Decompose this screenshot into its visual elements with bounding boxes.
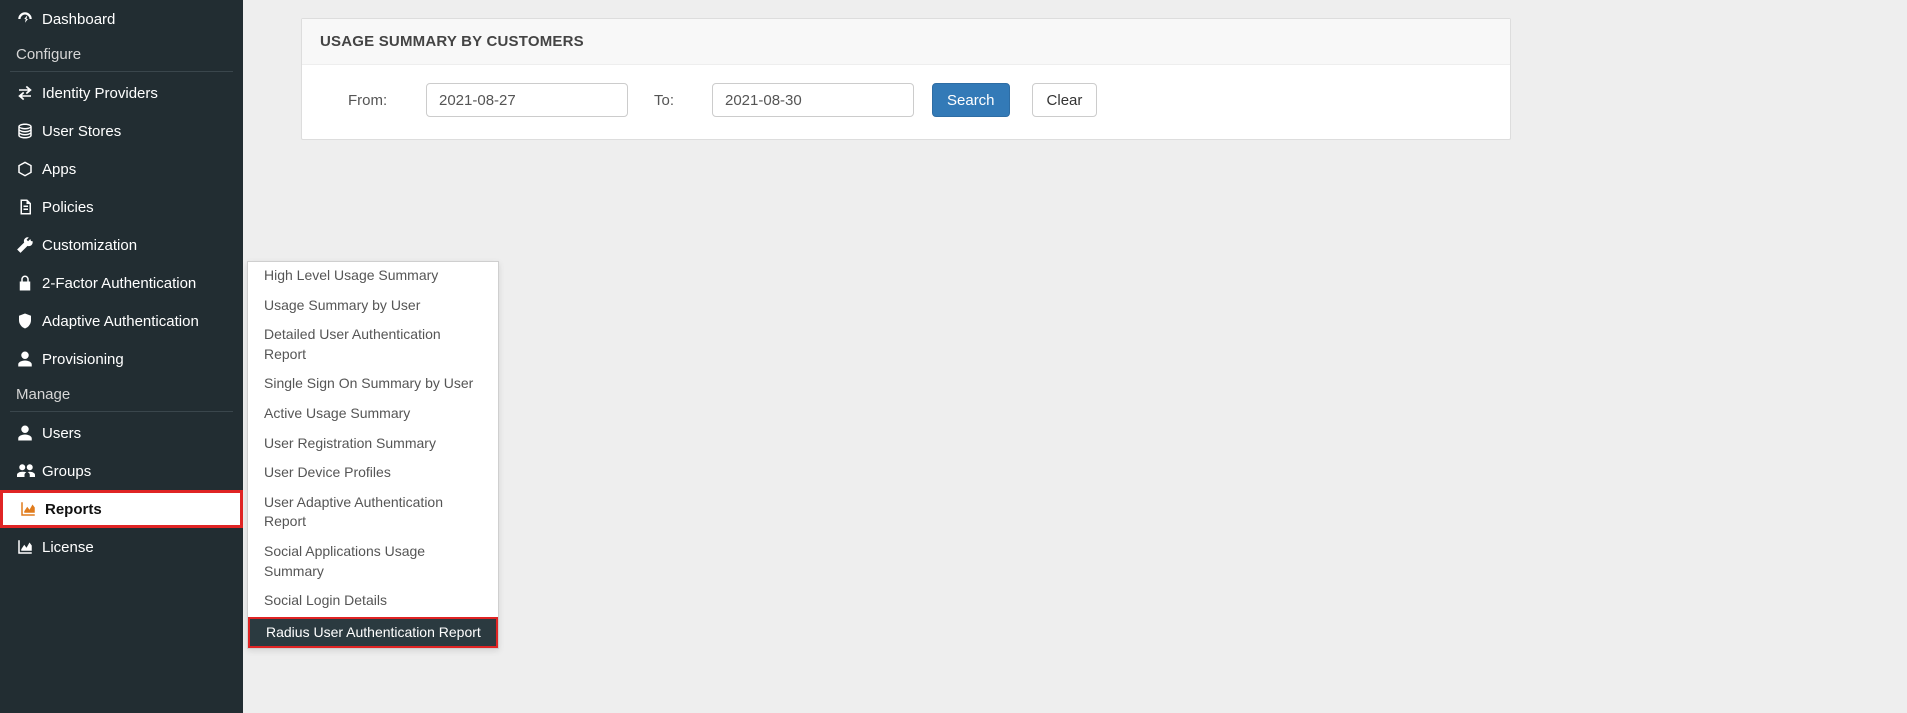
submenu-item-user-device-profiles[interactable]: User Device Profiles: [248, 459, 498, 487]
database-icon: [16, 122, 42, 140]
submenu-item-social-login-details[interactable]: Social Login Details: [248, 587, 498, 615]
submenu-item-usage-summary-by-user[interactable]: Usage Summary by User: [248, 292, 498, 320]
wrench-icon: [16, 236, 42, 254]
reports-submenu: High Level Usage Summary Usage Summary b…: [247, 261, 499, 649]
sidebar-item-label: Provisioning: [42, 351, 231, 368]
submenu-item-sso-summary-by-user[interactable]: Single Sign On Summary by User: [248, 370, 498, 398]
submenu-item-user-adaptive-auth-report[interactable]: User Adaptive Authentication Report: [248, 489, 498, 536]
sidebar: Dashboard Configure Identity Providers U…: [0, 0, 243, 713]
sidebar-item-groups[interactable]: Groups: [0, 452, 243, 490]
to-date-input[interactable]: [712, 83, 914, 117]
sidebar-item-label: Adaptive Authentication: [42, 313, 231, 330]
submenu-item-social-apps-usage-summary[interactable]: Social Applications Usage Summary: [248, 538, 498, 585]
panel-title: USAGE SUMMARY BY CUSTOMERS: [320, 33, 1492, 50]
user-icon: [16, 424, 42, 442]
sidebar-item-label: Identity Providers: [42, 85, 231, 102]
cube-icon: [16, 160, 42, 178]
sidebar-item-dashboard[interactable]: Dashboard: [0, 0, 243, 38]
area-chart-icon: [16, 538, 42, 556]
shield-icon: [16, 312, 42, 330]
sidebar-item-user-stores[interactable]: User Stores: [0, 112, 243, 150]
submenu-item-active-usage-summary[interactable]: Active Usage Summary: [248, 400, 498, 428]
submenu-item-user-registration-summary[interactable]: User Registration Summary: [248, 430, 498, 458]
sidebar-section-manage: Manage: [0, 378, 243, 409]
divider: [10, 71, 233, 72]
sidebar-item-license[interactable]: License: [0, 528, 243, 566]
document-icon: [16, 198, 42, 216]
submenu-item-radius-user-auth-report[interactable]: Radius User Authentication Report: [248, 617, 498, 649]
user-icon: [16, 350, 42, 368]
sidebar-item-label: Reports: [45, 501, 228, 518]
sidebar-item-label: License: [42, 539, 231, 556]
sidebar-item-label: Groups: [42, 463, 231, 480]
sidebar-item-label: Users: [42, 425, 231, 442]
submenu-item-high-level-usage-summary[interactable]: High Level Usage Summary: [248, 262, 498, 290]
from-label: From:: [348, 92, 408, 109]
lock-icon: [16, 274, 42, 292]
sidebar-item-label: 2-Factor Authentication: [42, 275, 231, 292]
sidebar-item-identity-providers[interactable]: Identity Providers: [0, 74, 243, 112]
sidebar-item-provisioning[interactable]: Provisioning: [0, 340, 243, 378]
sidebar-item-label: Customization: [42, 237, 231, 254]
sidebar-item-adaptive-auth[interactable]: Adaptive Authentication: [0, 302, 243, 340]
submenu-item-detailed-user-auth-report[interactable]: Detailed User Authentication Report: [248, 321, 498, 368]
sidebar-section-configure: Configure: [0, 38, 243, 69]
usage-summary-panel: USAGE SUMMARY BY CUSTOMERS From: To: Sea…: [301, 18, 1511, 140]
sidebar-item-policies[interactable]: Policies: [0, 188, 243, 226]
sidebar-item-users[interactable]: Users: [0, 414, 243, 452]
search-button[interactable]: Search: [932, 83, 1010, 117]
clear-button[interactable]: Clear: [1032, 83, 1098, 117]
users-icon: [16, 462, 42, 480]
sidebar-item-customization[interactable]: Customization: [0, 226, 243, 264]
sidebar-item-label: Apps: [42, 161, 231, 178]
sidebar-item-label: Dashboard: [42, 11, 231, 28]
panel-header: USAGE SUMMARY BY CUSTOMERS: [302, 19, 1510, 65]
sidebar-item-apps[interactable]: Apps: [0, 150, 243, 188]
sidebar-item-label: Policies: [42, 199, 231, 216]
divider: [10, 411, 233, 412]
sidebar-item-2fa[interactable]: 2-Factor Authentication: [0, 264, 243, 302]
sidebar-item-label: User Stores: [42, 123, 231, 140]
exchange-icon: [16, 84, 42, 102]
from-date-input[interactable]: [426, 83, 628, 117]
dashboard-icon: [16, 10, 42, 28]
area-chart-icon: [19, 500, 45, 518]
to-label: To:: [654, 92, 694, 109]
panel-body: From: To: Search Clear: [302, 65, 1510, 139]
sidebar-item-reports[interactable]: Reports: [0, 490, 243, 528]
